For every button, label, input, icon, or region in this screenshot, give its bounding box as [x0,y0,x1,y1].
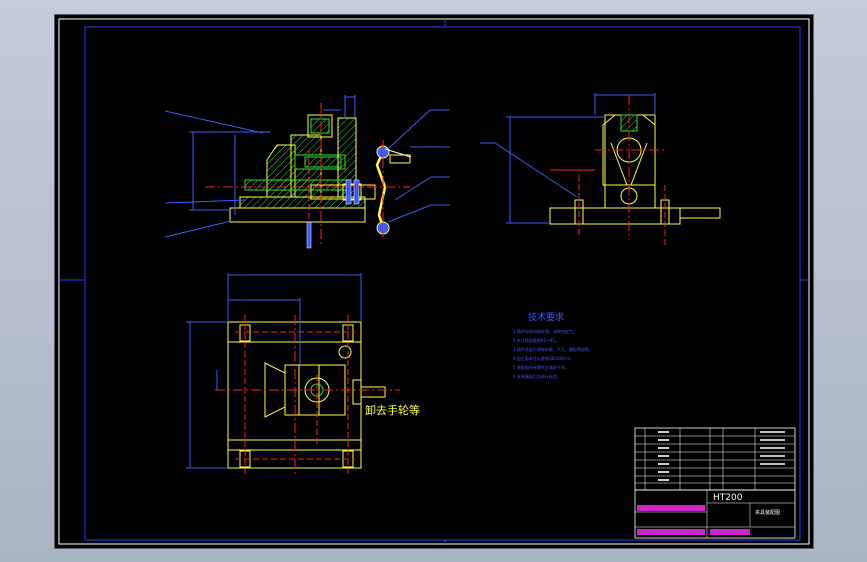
tech-requirement-line: 1.铸件应经时效处理，消除内应力。 [513,328,577,334]
cad-drawing-viewport[interactable]: 卸去手轮等 技术要求 1.铸件应经时效处理，消除内应力。 2.未注铸造圆角R2~… [55,15,813,548]
tech-requirement-line: 6.夹具装配后应进行检验。 [513,373,561,379]
tech-requirement-line: 4.加工面未注公差按GB1804-m。 [513,355,574,361]
material-label: HT200 [713,493,743,503]
title-block: HT200 夹具装配图 [634,489,796,539]
front-view [164,95,450,249]
parts-list [634,427,796,491]
sheet-outer-border [58,18,810,545]
cad-drawing: 卸去手轮等 技术要求 1.铸件应经时效处理，消除内应力。 2.未注铸造圆角R2~… [58,18,810,545]
callout-label: 卸去手轮等 [365,403,420,417]
tech-requirements-title: 技术要求 [528,311,564,323]
side-view [480,93,721,245]
tech-requirements: 技术要求 1.铸件应经时效处理，消除内应力。 2.未注铸造圆角R2~R5。 3.… [513,311,593,379]
tech-requirement-line: 5.装配前所有零件应清洗干净。 [513,364,569,370]
sheet-inner-border [84,26,801,541]
tech-requirement-line: 3.铸件表面不得有砂眼、气孔、缩松等缺陷。 [513,346,593,352]
tech-requirement-line: 2.未注铸造圆角R2~R5。 [513,337,559,343]
top-view [186,273,400,475]
drawing-name: 夹具装配图 [755,509,780,516]
